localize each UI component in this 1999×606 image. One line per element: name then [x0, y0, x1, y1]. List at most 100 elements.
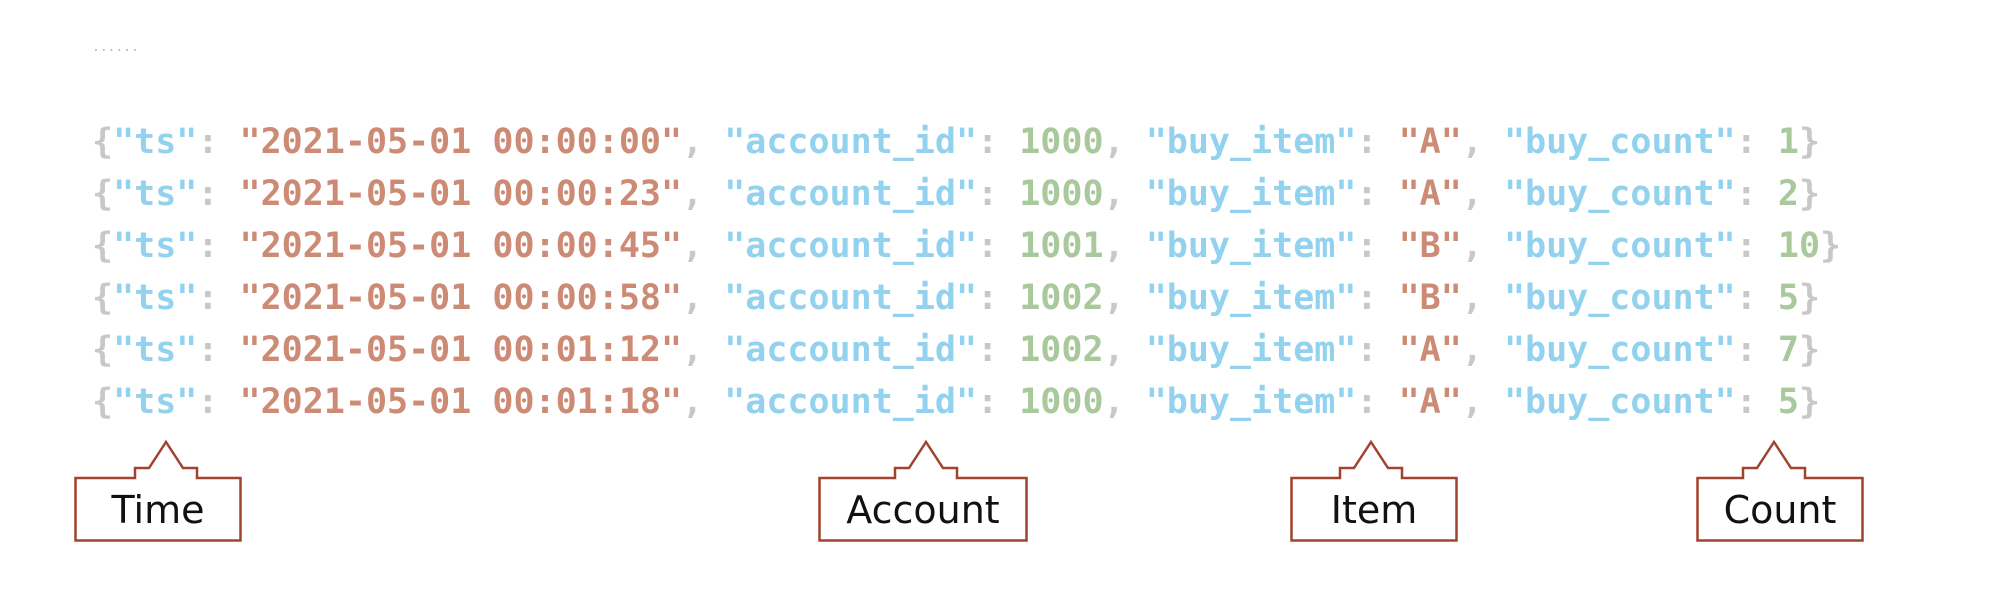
colon: :	[1356, 382, 1399, 422]
brace-close: }	[1798, 330, 1821, 370]
key-buy-count: "buy_count"	[1503, 122, 1736, 162]
value-account-id: 1000	[1019, 174, 1104, 214]
colon: :	[977, 174, 1020, 214]
comma: ,	[682, 382, 725, 422]
value-buy-count: 5	[1777, 382, 1799, 422]
colon: :	[977, 278, 1020, 318]
value-ts: "2021-05-01 00:01:18"	[239, 382, 683, 422]
colon: :	[1735, 278, 1778, 318]
ellipsis: ......	[92, 40, 139, 55]
record-line: {"ts": "2021-05-01 00:00:23", "account_i…	[92, 168, 1841, 220]
comma: ,	[1461, 278, 1504, 318]
colon: :	[1356, 122, 1399, 162]
brace-close: }	[1798, 382, 1821, 422]
value-buy-item: "A"	[1398, 382, 1462, 422]
colon: :	[1735, 330, 1778, 370]
comma: ,	[682, 278, 725, 318]
brace-close: }	[1798, 278, 1821, 318]
record-line: {"ts": "2021-05-01 00:00:45", "account_i…	[92, 220, 1841, 272]
brace-open: {	[92, 278, 114, 318]
key-account-id: "account_id"	[724, 122, 978, 162]
key-buy-item: "buy_item"	[1145, 122, 1357, 162]
comma: ,	[1461, 174, 1504, 214]
value-ts: "2021-05-01 00:01:12"	[239, 330, 683, 370]
comma: ,	[1103, 278, 1146, 318]
key-ts: "ts"	[113, 330, 198, 370]
key-ts: "ts"	[113, 278, 198, 318]
value-account-id: 1001	[1019, 226, 1104, 266]
key-buy-item: "buy_item"	[1145, 278, 1357, 318]
value-buy-item: "A"	[1398, 330, 1462, 370]
colon: :	[197, 330, 240, 370]
key-buy-item: "buy_item"	[1145, 226, 1357, 266]
brace-close: }	[1820, 226, 1842, 266]
value-ts: "2021-05-01 00:00:00"	[239, 122, 683, 162]
value-account-id: 1000	[1019, 382, 1104, 422]
colon: :	[1735, 226, 1778, 266]
colon: :	[1735, 174, 1778, 214]
colon: :	[197, 226, 240, 266]
value-account-id: 1002	[1019, 330, 1104, 370]
value-ts: "2021-05-01 00:00:23"	[239, 174, 683, 214]
comma: ,	[682, 174, 725, 214]
key-buy-item: "buy_item"	[1145, 330, 1357, 370]
key-ts: "ts"	[113, 174, 198, 214]
value-account-id: 1002	[1019, 278, 1104, 318]
comma: ,	[1461, 330, 1504, 370]
comma: ,	[682, 330, 725, 370]
comma: ,	[1103, 330, 1146, 370]
json-records: {"ts": "2021-05-01 00:00:00", "account_i…	[92, 116, 1841, 428]
comma: ,	[1103, 122, 1146, 162]
key-account-id: "account_id"	[724, 174, 978, 214]
brace-open: {	[92, 122, 114, 162]
key-account-id: "account_id"	[724, 382, 978, 422]
brace-close: }	[1798, 122, 1821, 162]
colon: :	[1735, 122, 1778, 162]
record-line: {"ts": "2021-05-01 00:01:18", "account_i…	[92, 376, 1841, 428]
value-account-id: 1000	[1019, 122, 1104, 162]
comma: ,	[1103, 174, 1146, 214]
brace-open: {	[92, 226, 114, 266]
colon: :	[977, 330, 1020, 370]
callout-time-label: Time	[111, 488, 205, 532]
value-buy-item: "A"	[1398, 174, 1462, 214]
colon: :	[977, 382, 1020, 422]
comma: ,	[1103, 226, 1146, 266]
value-ts: "2021-05-01 00:00:58"	[239, 278, 683, 318]
key-ts: "ts"	[113, 122, 198, 162]
value-buy-count: 10	[1777, 226, 1821, 266]
colon: :	[197, 122, 240, 162]
brace-open: {	[92, 174, 114, 214]
colon: :	[1735, 382, 1778, 422]
key-buy-count: "buy_count"	[1503, 174, 1736, 214]
brace-close: }	[1798, 174, 1821, 214]
comma: ,	[682, 122, 725, 162]
record-line: {"ts": "2021-05-01 00:00:58", "account_i…	[92, 272, 1841, 324]
comma: ,	[1461, 226, 1504, 266]
record-line: {"ts": "2021-05-01 00:00:00", "account_i…	[92, 116, 1841, 168]
value-buy-count: 7	[1777, 330, 1799, 370]
key-account-id: "account_id"	[724, 330, 978, 370]
value-buy-count: 2	[1777, 174, 1799, 214]
colon: :	[977, 226, 1020, 266]
colon: :	[1356, 278, 1399, 318]
value-buy-item: "A"	[1398, 122, 1462, 162]
key-buy-item: "buy_item"	[1145, 382, 1357, 422]
colon: :	[977, 122, 1020, 162]
colon: :	[197, 278, 240, 318]
key-ts: "ts"	[113, 226, 198, 266]
record-line: {"ts": "2021-05-01 00:01:12", "account_i…	[92, 324, 1841, 376]
callout-item-label: Item	[1330, 488, 1418, 532]
colon: :	[197, 382, 240, 422]
value-buy-count: 1	[1777, 122, 1799, 162]
key-account-id: "account_id"	[724, 226, 978, 266]
key-buy-count: "buy_count"	[1503, 226, 1736, 266]
brace-open: {	[92, 330, 114, 370]
comma: ,	[1461, 382, 1504, 422]
value-buy-item: "B"	[1398, 278, 1462, 318]
colon: :	[197, 174, 240, 214]
brace-open: {	[92, 382, 114, 422]
comma: ,	[682, 226, 725, 266]
value-ts: "2021-05-01 00:00:45"	[239, 226, 683, 266]
comma: ,	[1461, 122, 1504, 162]
